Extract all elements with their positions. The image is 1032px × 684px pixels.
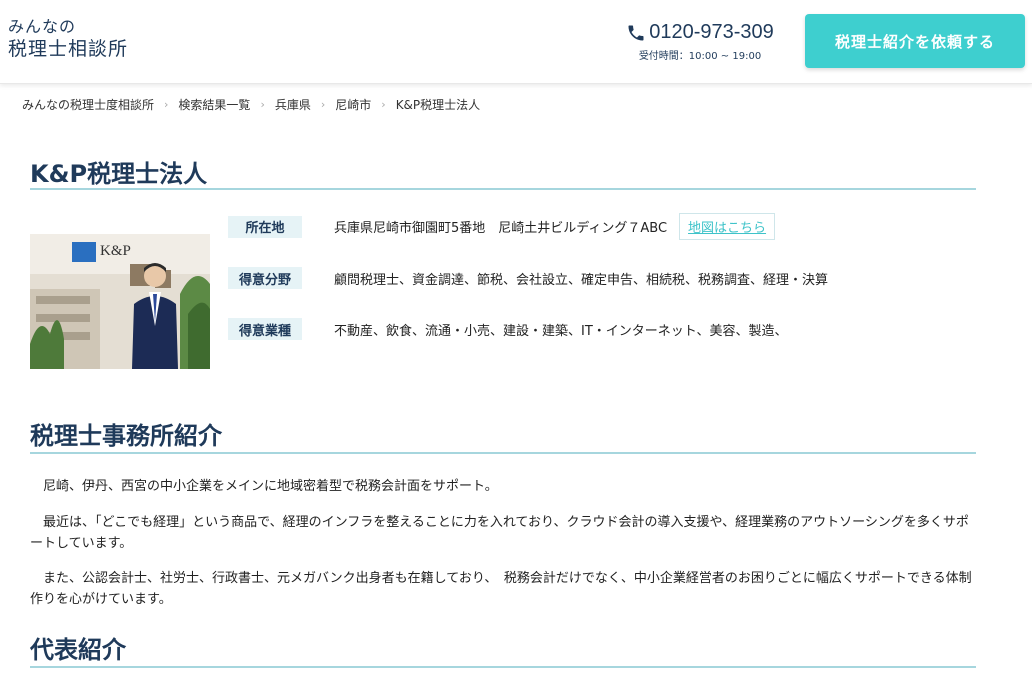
- breadcrumb-item-city[interactable]: 尼崎市: [335, 96, 371, 113]
- industry-label: 得意業種: [228, 318, 302, 340]
- office-intro-heading: 税理士事務所紹介: [30, 416, 976, 454]
- intro-paragraph-3-text: また、公認会計士、社労士、行政書士、元メガバンク出身者も在籍しており、 税務会計…: [30, 571, 972, 607]
- office-photo: K&P: [30, 234, 210, 369]
- photo-logo-text: K&P: [100, 243, 131, 259]
- phone-contact[interactable]: 0120-973-309 受付時間：10:00 ~ 19:00: [624, 21, 776, 62]
- specialty-label: 得意分野: [228, 267, 302, 289]
- request-referral-button[interactable]: 税理士紹介を依頼する: [805, 14, 1025, 68]
- breadcrumb-item-current: K&P税理士法人: [395, 98, 481, 112]
- intro-paragraph-2: 最近は、「どこでも経理」という商品で、経理のインフラを整えることに力を入れており…: [30, 512, 976, 554]
- intro-paragraph-1: 尼崎、伊丹、西宮の中小企業をメインに地域密着型で税務会計面をサポート。: [30, 476, 976, 497]
- info-row-specialty: 得意分野 顧問税理士、資金調達、節税、会社設立、確定申告、相続税、税務調査、経理…: [228, 267, 828, 289]
- info-row-industry: 得意業種 不動産、飲食、流通・小売、建設・建築、IT・インターネット、美容、製造…: [228, 318, 788, 340]
- intro-paragraph-2-text: 最近は、「どこでも経理」という商品で、経理のインフラを整えることに力を入れており…: [30, 515, 969, 551]
- info-row-location: 所在地 兵庫県尼崎市御園町5番地 尼崎土井ビルディング７ABC 地図はこちら: [228, 213, 776, 240]
- phone-number: 0120-973-309: [649, 21, 774, 43]
- intro-paragraph-3: また、公認会計士、社労士、行政書士、元メガバンク出身者も在籍しており、 税務会計…: [30, 568, 976, 610]
- phone-hours: 受付時間：10:00 ~ 19:00: [638, 51, 762, 62]
- chevron-right-icon: ›: [320, 98, 326, 111]
- representative-heading: 代表紹介: [30, 630, 976, 668]
- chevron-right-icon: ›: [260, 98, 265, 111]
- breadcrumb: みんなの税理士度相談所 › 検索結果一覧 › 兵庫県 › 尼崎市 › K&P税理…: [22, 96, 480, 113]
- site-header: みんなの 税理士相談所 0120-973-309 受付時間：10:00 ~ 19…: [0, 0, 1032, 84]
- intro-paragraph-1-text: 尼崎、伊丹、西宮の中小企業をメインに地域密着型で税務会計面をサポート。: [43, 479, 498, 494]
- breadcrumb-item-search-results[interactable]: 検索結果一覧: [178, 96, 250, 113]
- specialty-value: 顧問税理士、資金調達、節税、会社設立、確定申告、相続税、税務調査、経理・決算: [334, 272, 829, 288]
- logo-line2: 税理士相談所: [8, 38, 129, 60]
- office-name-heading: K&P税理士法人: [30, 154, 976, 190]
- location-label: 所在地: [228, 215, 302, 238]
- industry-value: 不動産、飲食、流通・小売、建設・建築、IT・インターネット、美容、製造、: [334, 323, 788, 339]
- breadcrumb-item-prefecture[interactable]: 兵庫県: [275, 96, 311, 113]
- breadcrumb-item-home[interactable]: みんなの税理士度相談所: [22, 96, 154, 113]
- site-logo[interactable]: みんなの 税理士相談所: [8, 16, 128, 60]
- phone-icon: [628, 25, 644, 40]
- logo-line1: みんなの: [8, 17, 77, 36]
- chevron-right-icon: ›: [381, 98, 386, 111]
- map-link[interactable]: 地図はこちら: [679, 213, 776, 240]
- location-value: 兵庫県尼崎市御園町5番地 尼崎土井ビルディング７ABC: [334, 221, 668, 236]
- chevron-right-icon: ›: [164, 98, 169, 111]
